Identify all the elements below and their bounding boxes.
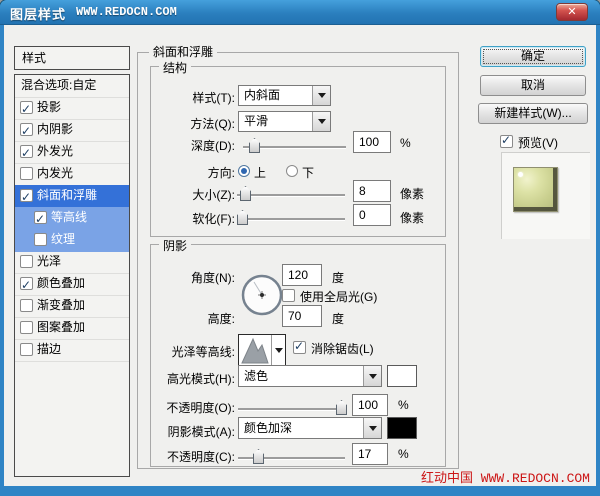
technique-dropdown[interactable]: 平滑 — [238, 111, 331, 132]
sidebar-item-inner-glow[interactable]: 内发光 — [15, 163, 129, 186]
styles-list: 混合选项:自定 投影 内阴影 外发光 内发光 斜面和浮雕 等高线 纹理 — [14, 74, 130, 477]
angle-input[interactable]: 120 — [282, 264, 322, 286]
direction-down-radio[interactable] — [286, 165, 298, 177]
altitude-label: 高度: — [145, 310, 235, 327]
dropdown-arrow-icon[interactable] — [271, 335, 285, 366]
shadow-opacity-label: 不透明度(C): — [145, 448, 235, 465]
gloss-contour-picker[interactable] — [238, 334, 286, 367]
anti-aliased-checkbox[interactable] — [293, 341, 306, 354]
shadow-color-swatch[interactable] — [387, 417, 417, 439]
sidebar-item-bevel-emboss[interactable]: 斜面和浮雕 — [15, 185, 129, 208]
angle-unit: 度 — [332, 269, 344, 286]
anti-aliased-label: 消除锯齿(L) — [311, 340, 374, 357]
close-button[interactable]: ✕ — [556, 3, 588, 21]
sidebar-item-outer-glow[interactable]: 外发光 — [15, 141, 129, 164]
gloss-contour-label: 光泽等高线: — [145, 343, 235, 360]
sidebar-item-pattern-overlay[interactable]: 图案叠加 — [15, 317, 129, 340]
sidebar-item-contour[interactable]: 等高线 — [15, 207, 129, 230]
shadow-mode-label: 阴影模式(A): — [145, 423, 235, 440]
use-global-light-checkbox[interactable] — [282, 289, 295, 302]
shadow-opacity-input[interactable]: 17 — [352, 443, 388, 465]
inner-shadow-checkbox[interactable] — [20, 123, 33, 136]
sidebar-item-inner-shadow[interactable]: 内阴影 — [15, 119, 129, 142]
gradient-overlay-checkbox[interactable] — [20, 299, 33, 312]
depth-input[interactable]: 100 — [353, 131, 391, 153]
sidebar-item-color-overlay[interactable]: 颜色叠加 — [15, 273, 129, 296]
window-title: 图层样式 — [10, 4, 66, 23]
titlebar-watermark: WWW.REDOCN.COM — [76, 5, 177, 19]
style-label: 样式(T): — [145, 89, 235, 106]
direction-up-label: 上 — [254, 164, 266, 181]
layer-style-dialog: 图层样式 WWW.REDOCN.COM ✕ 样式 混合选项:自定 投影 内阴影 … — [0, 0, 600, 496]
sidebar-item-drop-shadow[interactable]: 投影 — [15, 97, 129, 120]
depth-unit: % — [400, 136, 411, 150]
soften-slider-track[interactable] — [237, 218, 345, 220]
shadow-mode-dropdown[interactable]: 颜色加深 — [238, 417, 382, 439]
angle-label: 角度(N): — [145, 269, 235, 286]
highlight-color-swatch[interactable] — [387, 365, 417, 387]
soften-unit: 像素 — [400, 209, 424, 226]
highlight-opacity-unit: % — [398, 398, 409, 412]
highlight-opacity-slider-track[interactable] — [238, 408, 345, 410]
altitude-unit: 度 — [332, 310, 344, 327]
structure-legend: 结构 — [159, 59, 191, 76]
highlight-opacity-label: 不透明度(O): — [145, 399, 235, 416]
titlebar[interactable]: 图层样式 WWW.REDOCN.COM ✕ — [0, 0, 600, 25]
direction-down-label: 下 — [302, 164, 314, 181]
panel-title: 斜面和浮雕 — [149, 43, 217, 60]
contour-thumbnail-icon — [240, 336, 272, 365]
highlight-opacity-input[interactable]: 100 — [352, 394, 388, 416]
dropdown-arrow-icon[interactable] — [312, 86, 330, 105]
close-icon: ✕ — [567, 6, 576, 18]
sidebar-item-blending-options[interactable]: 混合选项:自定 — [15, 75, 129, 98]
shading-legend: 阴影 — [159, 237, 191, 254]
sidebar-item-texture[interactable]: 纹理 — [15, 229, 129, 252]
highlight-mode-label: 高光模式(H): — [145, 370, 235, 387]
preview-checkbox[interactable] — [500, 135, 513, 148]
sidebar-item-stroke[interactable]: 描边 — [15, 339, 129, 362]
ok-button[interactable]: 确定 — [480, 46, 586, 67]
highlight-mode-dropdown[interactable]: 滤色 — [238, 365, 382, 387]
pattern-overlay-checkbox[interactable] — [20, 321, 33, 334]
color-overlay-checkbox[interactable] — [20, 277, 33, 290]
dropdown-arrow-icon[interactable] — [363, 366, 381, 386]
styles-list-header: 样式 — [14, 46, 130, 70]
altitude-input[interactable]: 70 — [282, 305, 322, 327]
direction-up-radio[interactable] — [238, 165, 250, 177]
sidebar-item-satin[interactable]: 光泽 — [15, 251, 129, 274]
contour-checkbox[interactable] — [34, 211, 47, 224]
stroke-checkbox[interactable] — [20, 343, 33, 356]
direction-label: 方向: — [145, 164, 235, 181]
preview-thumbnail — [513, 167, 558, 212]
dropdown-arrow-icon[interactable] — [363, 418, 381, 438]
technique-label: 方法(Q): — [145, 115, 235, 132]
cancel-button[interactable]: 取消 — [480, 75, 586, 96]
soften-label: 软化(F): — [145, 210, 235, 227]
shadow-opacity-unit: % — [398, 447, 409, 461]
new-style-button[interactable]: 新建样式(W)... — [478, 103, 588, 124]
size-unit: 像素 — [400, 185, 424, 202]
angle-dial[interactable] — [240, 273, 284, 317]
use-global-light-label: 使用全局光(G) — [300, 288, 377, 305]
style-dropdown[interactable]: 内斜面 — [238, 85, 331, 106]
texture-checkbox[interactable] — [34, 233, 47, 246]
depth-label: 深度(D): — [145, 137, 235, 154]
size-slider-track[interactable] — [237, 194, 345, 196]
dropdown-arrow-icon[interactable] — [312, 112, 330, 131]
inner-glow-checkbox[interactable] — [20, 167, 33, 180]
drop-shadow-checkbox[interactable] — [20, 101, 33, 114]
size-label: 大小(Z): — [145, 186, 235, 203]
preview-label: 预览(V) — [518, 134, 558, 151]
bevel-emboss-checkbox[interactable] — [20, 189, 33, 202]
soften-input[interactable]: 0 — [353, 204, 391, 226]
outer-glow-checkbox[interactable] — [20, 145, 33, 158]
sidebar-item-gradient-overlay[interactable]: 渐变叠加 — [15, 295, 129, 318]
size-input[interactable]: 8 — [353, 180, 391, 202]
satin-checkbox[interactable] — [20, 255, 33, 268]
watermark-text: 红动中国 WWW.REDOCN.COM — [340, 467, 590, 486]
